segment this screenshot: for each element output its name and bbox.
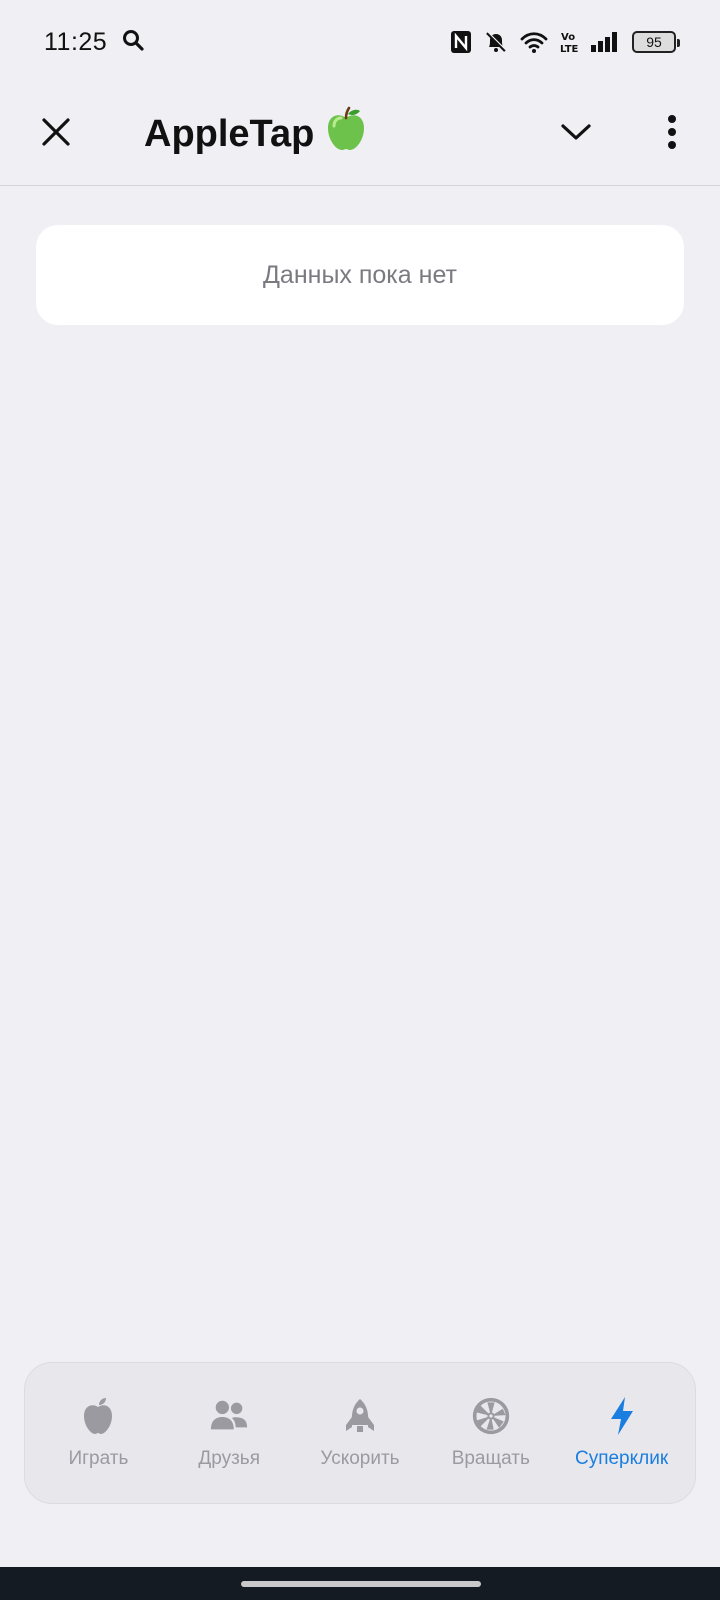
apple-icon bbox=[78, 1396, 118, 1436]
battery-icon: 95 bbox=[632, 31, 680, 53]
app-header: AppleTap bbox=[0, 84, 720, 186]
empty-state-card: Данных пока нет bbox=[36, 225, 684, 325]
tab-play[interactable]: Играть bbox=[33, 1363, 164, 1503]
wifi-icon bbox=[520, 30, 548, 54]
tab-superclick[interactable]: Суперклик bbox=[556, 1363, 687, 1503]
empty-state-text: Данных пока нет bbox=[263, 260, 457, 289]
rocket-icon bbox=[340, 1396, 380, 1436]
app-title-text: AppleTap bbox=[144, 112, 315, 155]
friends-icon bbox=[209, 1396, 249, 1436]
tab-label: Ускорить bbox=[320, 1448, 400, 1469]
tab-boost[interactable]: Ускорить bbox=[295, 1363, 426, 1503]
lightning-icon bbox=[602, 1396, 642, 1436]
status-time: 11:25 bbox=[44, 27, 108, 56]
tab-label: Суперклик bbox=[574, 1448, 669, 1469]
status-left: 11:25 bbox=[44, 28, 145, 57]
home-handle[interactable] bbox=[241, 1581, 481, 1587]
bell-muted-icon bbox=[484, 30, 508, 54]
signal-icon bbox=[590, 30, 620, 54]
tab-label: Друзья bbox=[198, 1448, 260, 1469]
status-bar: 11:25 Vo LTE 95 bbox=[0, 0, 720, 84]
network-label: LTE bbox=[560, 44, 578, 54]
nfc-icon bbox=[450, 30, 472, 54]
tab-spin[interactable]: Вращать bbox=[425, 1363, 556, 1503]
more-menu-button[interactable] bbox=[650, 104, 694, 160]
tab-label: Играть bbox=[68, 1448, 129, 1469]
wheel-icon bbox=[471, 1396, 511, 1436]
bottom-tab-bar: Играть Друзья Ускорить Вращать Суперклик bbox=[24, 1362, 696, 1504]
system-nav-bar bbox=[0, 1567, 720, 1600]
status-right: Vo LTE 95 bbox=[450, 30, 680, 54]
tab-label: Вращать bbox=[451, 1448, 530, 1469]
app-title: AppleTap bbox=[144, 106, 368, 162]
volte-icon: Vo LTE bbox=[560, 30, 578, 54]
svg-text:Vo: Vo bbox=[561, 32, 575, 43]
close-button[interactable] bbox=[34, 110, 78, 154]
close-icon bbox=[42, 118, 70, 146]
tab-friends[interactable]: Друзья bbox=[164, 1363, 295, 1503]
chevron-down-icon bbox=[561, 124, 591, 140]
green-apple-icon bbox=[324, 106, 368, 162]
search-icon bbox=[121, 28, 145, 57]
more-vertical-icon bbox=[668, 115, 676, 149]
collapse-button[interactable] bbox=[554, 110, 598, 154]
